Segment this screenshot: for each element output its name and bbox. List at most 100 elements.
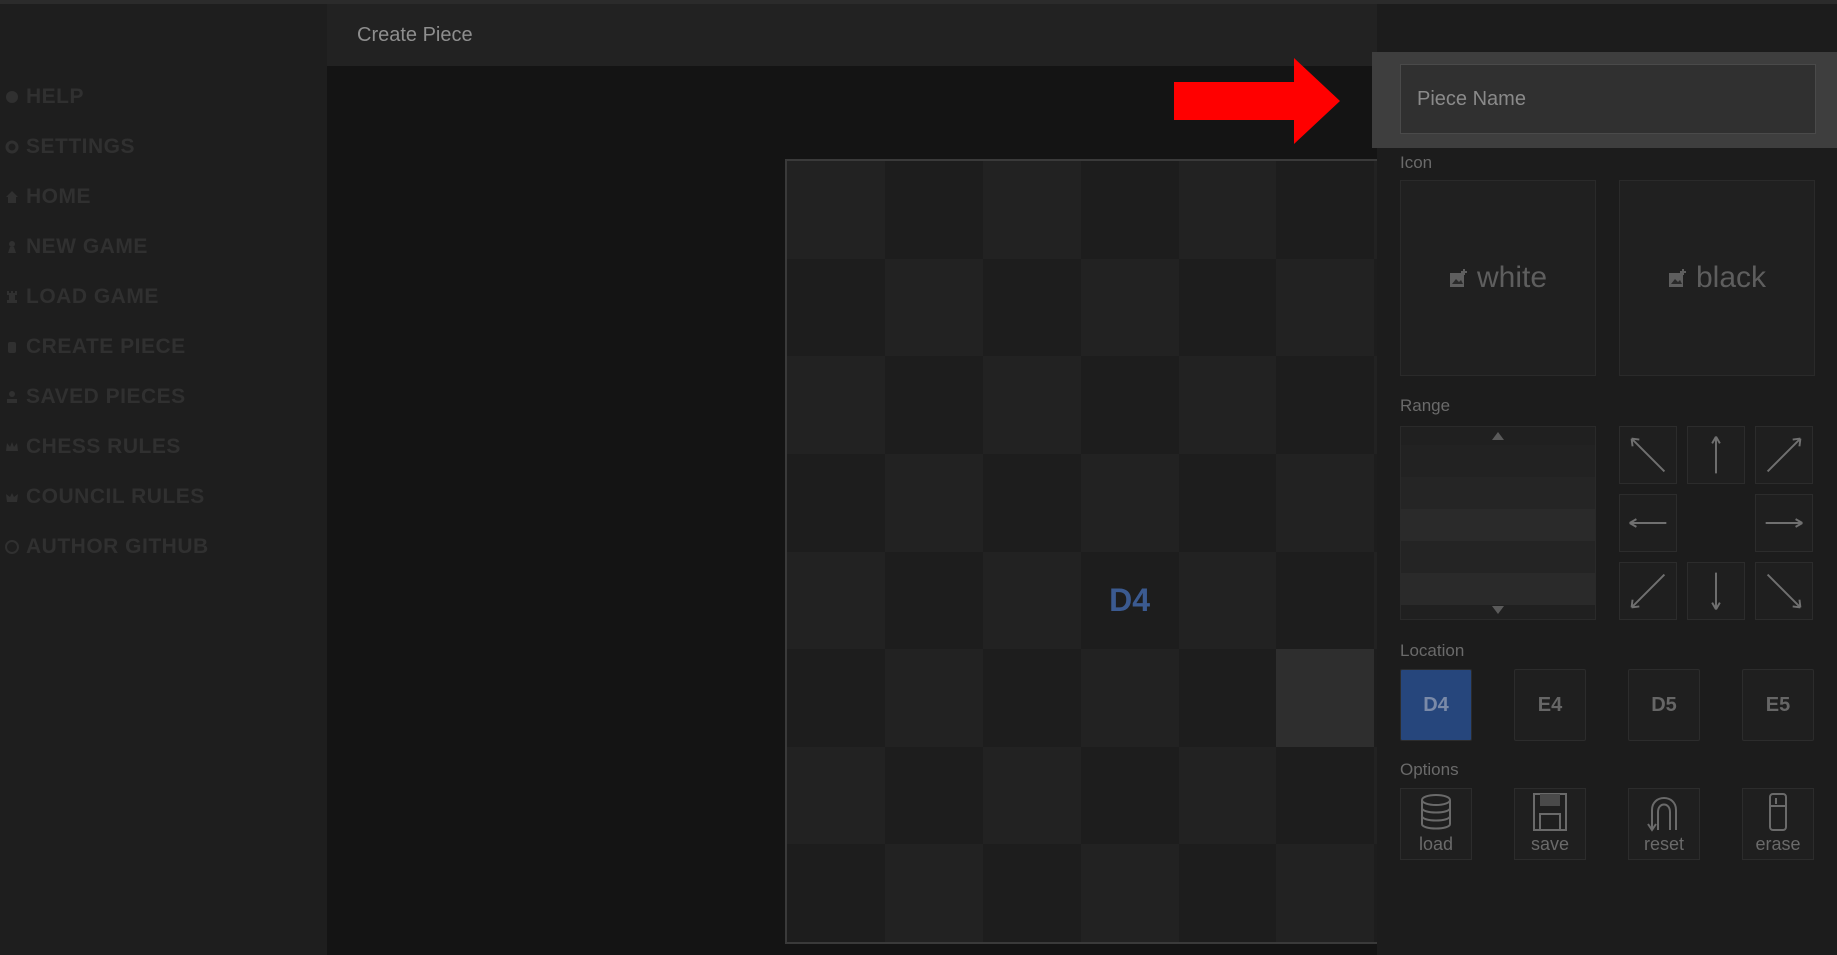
board-square-c6[interactable] (982, 356, 1081, 454)
board-square-a6[interactable] (787, 356, 885, 454)
save-button[interactable]: save (1514, 788, 1586, 860)
board-square-e2[interactable] (1178, 746, 1277, 845)
board-square-d2[interactable] (1080, 746, 1179, 845)
direction-right-button[interactable] (1755, 494, 1813, 552)
sidebar-item-label: SAVED PIECES (26, 385, 186, 408)
piece-name-input[interactable] (1400, 64, 1816, 134)
board-square-d4[interactable]: D4 (1080, 551, 1179, 650)
direction-down-right-button[interactable] (1755, 562, 1813, 620)
board-square-f2[interactable] (1276, 746, 1375, 845)
reset-button[interactable]: reset (1628, 788, 1700, 860)
board-square-f8[interactable] (1276, 161, 1375, 259)
board-square-c2[interactable] (982, 746, 1081, 845)
direction-left-button[interactable] (1619, 494, 1677, 552)
sidebar-item-chess-rules[interactable]: CHESS RULES (4, 432, 181, 462)
direction-up-right-button[interactable] (1755, 426, 1813, 484)
sidebar-item-help[interactable]: HELP (4, 82, 84, 112)
arrow-up-right-icon (1766, 437, 1802, 473)
load-button[interactable]: load (1400, 788, 1472, 860)
board-square-b8[interactable] (884, 161, 983, 259)
board-square-a1[interactable] (787, 844, 885, 942)
board-square-b6[interactable] (884, 356, 983, 454)
location-e5-button[interactable]: E5 (1742, 669, 1814, 741)
sidebar-item-saved-pieces[interactable]: SAVED PIECES (4, 382, 186, 412)
save-label: save (1530, 834, 1570, 854)
range-scroll-down-button[interactable] (1401, 601, 1595, 619)
board-square-b2[interactable] (884, 746, 983, 845)
home-icon (4, 189, 20, 205)
sidebar-item-council-rules[interactable]: COUNCIL RULES (4, 482, 205, 512)
arrow-right-icon (1765, 518, 1803, 528)
board-square-c5[interactable] (982, 453, 1081, 552)
board-square-a7[interactable] (787, 258, 885, 357)
range-option[interactable] (1401, 477, 1595, 509)
location-e4-button[interactable]: E4 (1514, 669, 1586, 741)
arrow-down-icon (1711, 572, 1721, 610)
board-square-a5[interactable] (787, 453, 885, 552)
range-option[interactable] (1401, 445, 1595, 477)
chess-piece-icon (4, 389, 20, 405)
board-square-d1[interactable] (1080, 844, 1179, 942)
board-square-d6[interactable] (1080, 356, 1179, 454)
location-d4-button[interactable]: D4 (1400, 669, 1472, 741)
options-section-label: Options (1400, 760, 1459, 779)
board-square-e7[interactable] (1178, 258, 1277, 357)
direction-down-button[interactable] (1687, 562, 1745, 620)
sidebar-item-create-piece[interactable]: CREATE PIECE (4, 332, 186, 362)
icon-black-label: black (1695, 261, 1767, 294)
board-square-d7[interactable] (1080, 258, 1179, 357)
board-square-f6[interactable] (1276, 356, 1375, 454)
board-square-e1[interactable] (1178, 844, 1277, 942)
location-d5-button[interactable]: D5 (1628, 669, 1700, 741)
board-square-b7[interactable] (884, 258, 983, 357)
board-square-e5[interactable] (1178, 453, 1277, 552)
sidebar-item-author-github[interactable]: AUTHOR GITHUB (4, 532, 209, 562)
board-square-d5[interactable] (1080, 453, 1179, 552)
board-square-c7[interactable] (982, 258, 1081, 357)
white-icon-upload[interactable]: white (1400, 180, 1596, 376)
board-square-d8[interactable] (1080, 161, 1179, 259)
board-square-c1[interactable] (982, 844, 1081, 942)
direction-down-left-button[interactable] (1619, 562, 1677, 620)
board-square-f3[interactable] (1276, 649, 1375, 747)
range-option[interactable] (1401, 509, 1595, 541)
board-square-e4[interactable] (1178, 551, 1277, 650)
eraser-icon (1769, 793, 1787, 831)
sidebar-item-settings[interactable]: SETTINGS (4, 132, 135, 162)
board-square-f5[interactable] (1276, 453, 1375, 552)
board-square-e8[interactable] (1178, 161, 1277, 259)
queen-icon (4, 489, 20, 505)
reset-arrow-icon (1647, 797, 1677, 832)
black-icon-upload[interactable]: black (1619, 180, 1815, 376)
board-square-e6[interactable] (1178, 356, 1277, 454)
board-square-c4[interactable] (982, 551, 1081, 650)
board-square-b4[interactable] (884, 551, 983, 650)
range-option[interactable] (1401, 541, 1595, 573)
direction-up-button[interactable] (1687, 426, 1745, 484)
board-square-d3[interactable] (1080, 649, 1179, 747)
erase-button[interactable]: erase (1742, 788, 1814, 860)
board-square-b1[interactable] (884, 844, 983, 942)
range-scroll-up-button[interactable] (1401, 427, 1595, 445)
board-square-e3[interactable] (1178, 649, 1277, 747)
board-square-b5[interactable] (884, 453, 983, 552)
sidebar-item-load-game[interactable]: LOAD GAME (4, 282, 159, 312)
arrow-down-right-icon (1766, 573, 1802, 609)
sidebar-item-label: HOME (26, 185, 91, 208)
caret-down-icon (1492, 606, 1504, 614)
sidebar-item-new-game[interactable]: NEW GAME (4, 232, 148, 262)
board-square-c3[interactable] (982, 649, 1081, 747)
board-square-b3[interactable] (884, 649, 983, 747)
board-square-f1[interactable] (1276, 844, 1375, 942)
board-square-a3[interactable] (787, 649, 885, 747)
sidebar-item-label: SETTINGS (26, 135, 136, 158)
board-square-f7[interactable] (1276, 258, 1375, 357)
board-square-a2[interactable] (787, 746, 885, 845)
location-section-label: Location (1400, 641, 1465, 660)
board-square-c8[interactable] (982, 161, 1081, 259)
board-square-f4[interactable] (1276, 551, 1375, 650)
board-square-a4[interactable] (787, 551, 885, 650)
direction-up-left-button[interactable] (1619, 426, 1677, 484)
board-square-a8[interactable] (787, 161, 885, 259)
sidebar-item-home[interactable]: HOME (4, 182, 91, 212)
